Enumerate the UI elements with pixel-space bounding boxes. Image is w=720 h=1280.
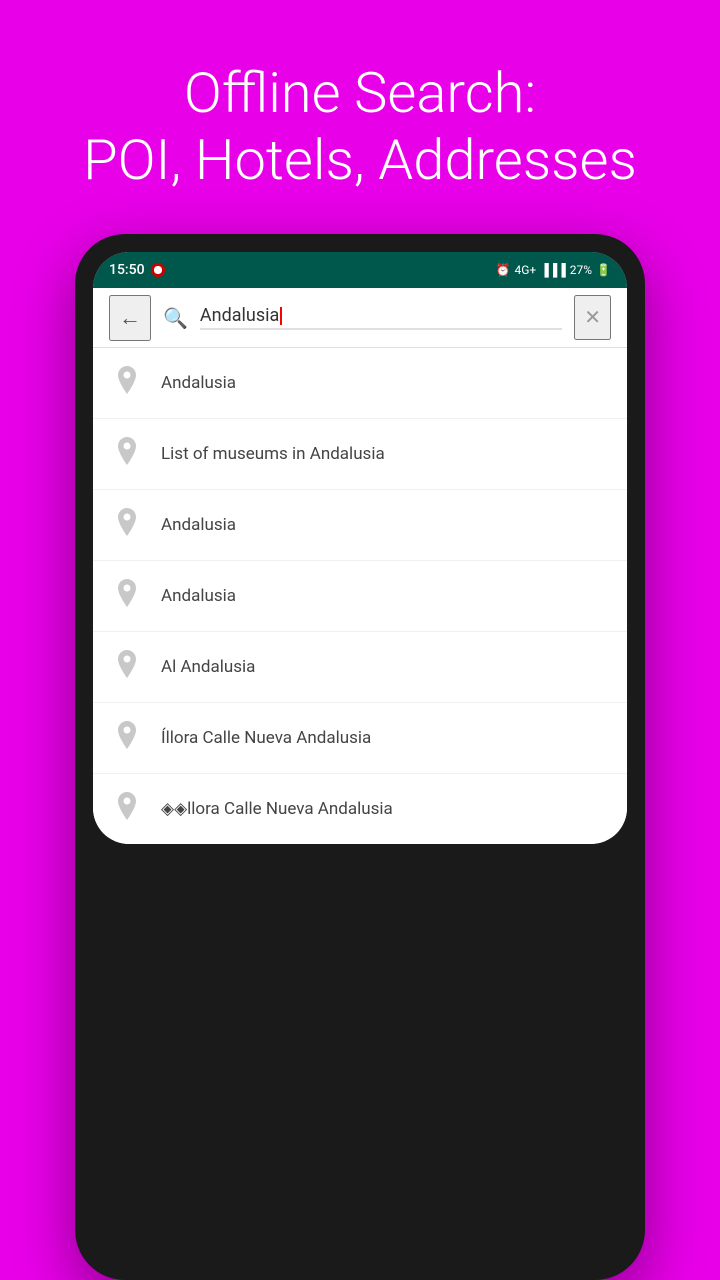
result-label: List of museums in Andalusia <box>161 444 385 464</box>
text-cursor <box>280 307 282 325</box>
app-header-title: Offline Search: POI, Hotels, Addresses <box>43 0 677 234</box>
search-icon: 🔍 <box>163 306 188 330</box>
pin-icon <box>113 579 141 613</box>
list-item[interactable]: ◈◈llora Calle Nueva Andalusia <box>93 774 627 844</box>
alarm-icon: ⏰ <box>496 263 511 277</box>
app-status-icon <box>151 263 165 277</box>
phone-frame: 15:50 ⏰ 4G+ ▐▐▐ 27% 🔋 ← 🔍 Andalusia <box>75 234 645 1280</box>
result-label: ◈◈llora Calle Nueva Andalusia <box>161 799 393 819</box>
pin-icon <box>113 792 141 826</box>
pin-icon <box>113 437 141 471</box>
result-label: Andalusia <box>161 586 236 606</box>
status-bar-right: ⏰ 4G+ ▐▐▐ 27% 🔋 <box>496 263 611 277</box>
search-bar: ← 🔍 Andalusia ✕ <box>93 288 627 348</box>
clear-search-button[interactable]: ✕ <box>574 295 611 340</box>
pin-icon <box>113 366 141 400</box>
signal-icon: ▐▐▐ <box>540 263 566 277</box>
battery-icon: 🔋 <box>596 263 611 277</box>
result-label: Al Andalusia <box>161 657 255 677</box>
pin-icon <box>113 650 141 684</box>
status-bar-left: 15:50 <box>109 262 165 278</box>
status-time-text: 15:50 <box>109 262 145 278</box>
phone-screen: 15:50 ⏰ 4G+ ▐▐▐ 27% 🔋 ← 🔍 Andalusia <box>93 252 627 844</box>
pin-icon <box>113 508 141 542</box>
status-bar: 15:50 ⏰ 4G+ ▐▐▐ 27% 🔋 <box>93 252 627 288</box>
result-label: Andalusia <box>161 373 236 393</box>
network-text: 4G+ <box>515 263 537 277</box>
battery-text: 27% <box>570 263 592 277</box>
search-results-list: Andalusia List of museums in Andalusia A… <box>93 348 627 844</box>
list-item[interactable]: Andalusia <box>93 561 627 632</box>
result-label: Íllora Calle Nueva Andalusia <box>161 728 371 748</box>
back-button[interactable]: ← <box>109 295 151 341</box>
search-input-text: Andalusia <box>200 305 279 326</box>
list-item[interactable]: Íllora Calle Nueva Andalusia <box>93 703 627 774</box>
list-item[interactable]: Andalusia <box>93 490 627 561</box>
pin-icon <box>113 721 141 755</box>
list-item[interactable]: Andalusia <box>93 348 627 419</box>
result-label: Andalusia <box>161 515 236 535</box>
list-item[interactable]: Al Andalusia <box>93 632 627 703</box>
list-item[interactable]: List of museums in Andalusia <box>93 419 627 490</box>
